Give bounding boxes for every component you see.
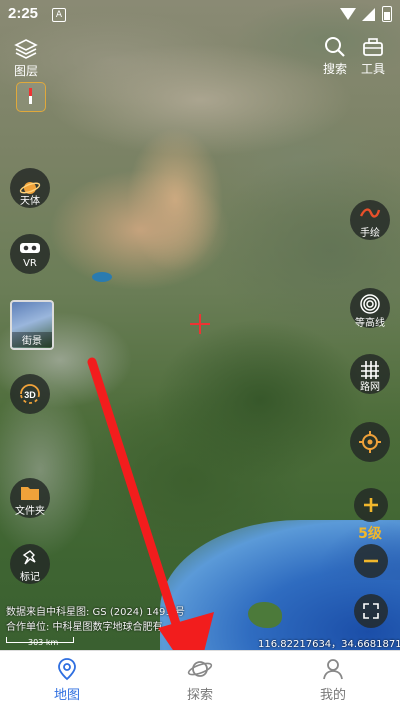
street-view-label: 街景: [12, 332, 52, 347]
scale-text: 303 km: [28, 638, 59, 647]
map-pin-icon: [58, 658, 76, 681]
draw-button[interactable]: 手绘: [350, 200, 390, 240]
nav-map[interactable]: 地图: [27, 657, 107, 703]
planet-icon: [187, 661, 213, 677]
folder-button[interactable]: 文件夹: [10, 478, 50, 518]
search-button[interactable]: 搜索: [318, 36, 352, 77]
vr-headset-icon: [20, 243, 40, 253]
toolbox-icon: [363, 38, 383, 56]
street-view-button[interactable]: 街景: [10, 300, 54, 350]
coordinates-readout: 116.82217634，34.66818716: [258, 639, 400, 650]
nav-profile[interactable]: 我的: [293, 657, 373, 703]
center-crosshair-icon: [190, 314, 210, 334]
celestial-label: 天体: [20, 196, 40, 207]
nav-explore[interactable]: 探索: [160, 657, 240, 703]
brush-icon: [359, 208, 381, 218]
layers-button[interactable]: 图层: [8, 38, 44, 79]
road-network-label: 路网: [360, 382, 380, 393]
grid-icon: [361, 361, 379, 379]
search-icon: [325, 37, 345, 57]
zoom-level-indicator: 5级: [358, 526, 382, 542]
data-source-text: 数据来自中科星图: GS (2024) 1491 号: [6, 607, 185, 618]
folder-icon: [21, 487, 39, 500]
contour-button[interactable]: 等高线: [350, 288, 390, 329]
partner-text: 合作单位: 中科星图数字地球合肥有: [6, 622, 163, 633]
battery-icon: [382, 6, 392, 22]
minus-icon: [364, 559, 378, 563]
layers-label: 图层: [13, 64, 38, 78]
status-time: 2:25: [8, 5, 39, 22]
nav-explore-label: 探索: [186, 688, 213, 703]
mark-button[interactable]: 标记: [10, 544, 50, 584]
folder-label: 文件夹: [15, 506, 45, 517]
plus-icon: [364, 498, 378, 512]
target-icon: [359, 431, 381, 453]
status-bar: 2:25 A: [0, 0, 400, 28]
pin-icon: [22, 550, 36, 565]
contour-label: 等高线: [355, 318, 385, 329]
expand-icon: [363, 603, 379, 619]
3d-rotate-icon: 3D: [20, 384, 40, 404]
tools-button[interactable]: 工具: [356, 36, 390, 77]
compass-button[interactable]: [16, 82, 46, 112]
3d-label: 3D: [24, 390, 36, 400]
locate-button[interactable]: [350, 422, 390, 462]
zoom-in-button[interactable]: [354, 488, 388, 522]
app-notification-icon: A: [52, 8, 66, 22]
nav-map-label: 地图: [53, 688, 80, 703]
tools-label: 工具: [360, 62, 385, 76]
signal-icon: [362, 8, 375, 21]
wifi-icon: [340, 8, 356, 20]
compass-needle-icon: [29, 88, 32, 104]
vr-label: VR: [23, 258, 37, 269]
fullscreen-button[interactable]: [354, 594, 388, 628]
mark-label: 标记: [20, 572, 40, 583]
nav-profile-label: 我的: [319, 688, 346, 703]
road-network-button[interactable]: 路网: [350, 354, 390, 394]
search-label: 搜索: [322, 62, 347, 76]
draw-label: 手绘: [360, 228, 380, 239]
celestial-button[interactable]: 天体: [10, 168, 50, 208]
bottom-navigation: 地图 探索 我的: [0, 650, 400, 713]
island: [248, 602, 282, 628]
layers-icon: [14, 39, 38, 59]
user-icon: [323, 659, 343, 680]
zoom-out-button[interactable]: [354, 544, 388, 578]
3d-button[interactable]: 3D: [10, 374, 50, 414]
lake: [92, 272, 112, 282]
contour-icon: [360, 294, 380, 314]
vr-button[interactable]: VR: [10, 234, 50, 274]
